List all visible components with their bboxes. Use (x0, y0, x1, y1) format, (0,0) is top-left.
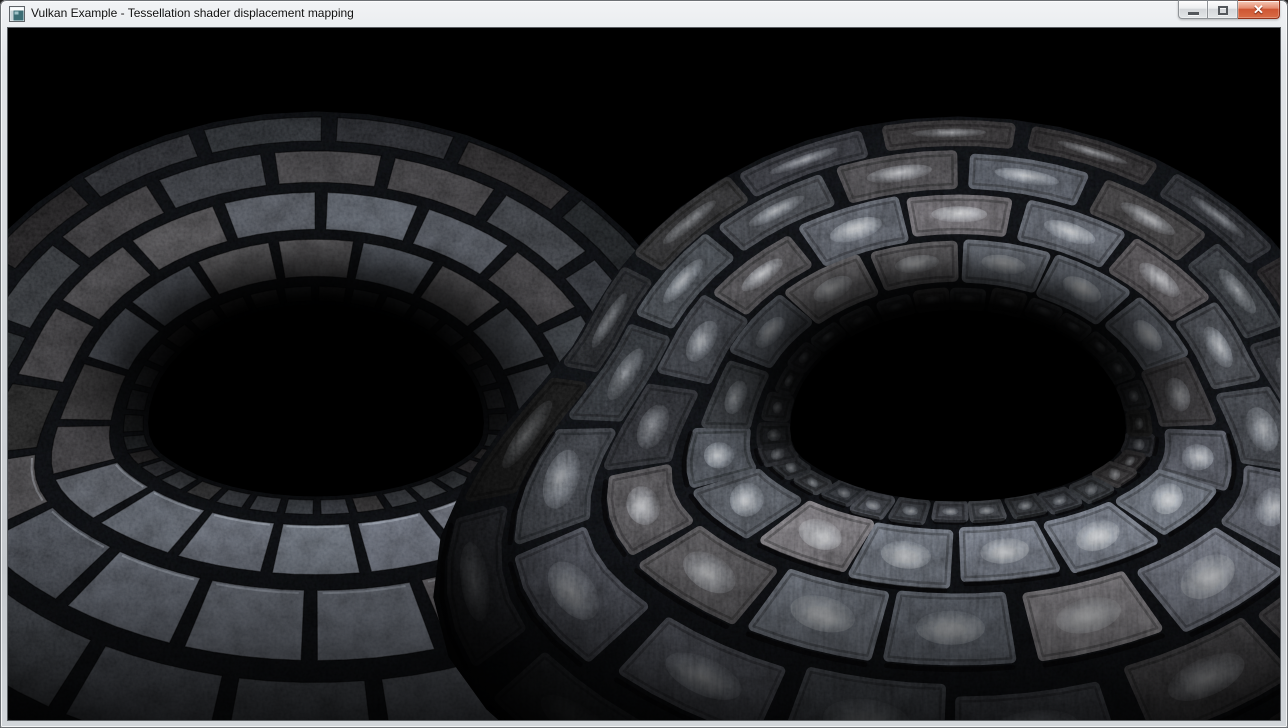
close-icon: ✕ (1253, 3, 1264, 16)
bottom-shadow-fade (8, 528, 1280, 720)
app-icon (9, 6, 25, 22)
window-title: Vulkan Example - Tessellation shader dis… (31, 6, 354, 22)
minimize-button[interactable] (1178, 0, 1208, 19)
vulkan-example-window: Vulkan Example - Tessellation shader dis… (0, 0, 1288, 728)
maximize-button[interactable] (1208, 0, 1238, 19)
tessellation-scene (8, 28, 1280, 720)
vulkan-3d-viewport[interactable] (8, 28, 1280, 720)
window-controls: ✕ (1178, 0, 1280, 19)
titlebar[interactable]: Vulkan Example - Tessellation shader dis… (0, 0, 1288, 28)
minimize-icon (1188, 12, 1199, 15)
maximize-icon (1218, 6, 1228, 15)
close-button[interactable]: ✕ (1238, 0, 1280, 19)
